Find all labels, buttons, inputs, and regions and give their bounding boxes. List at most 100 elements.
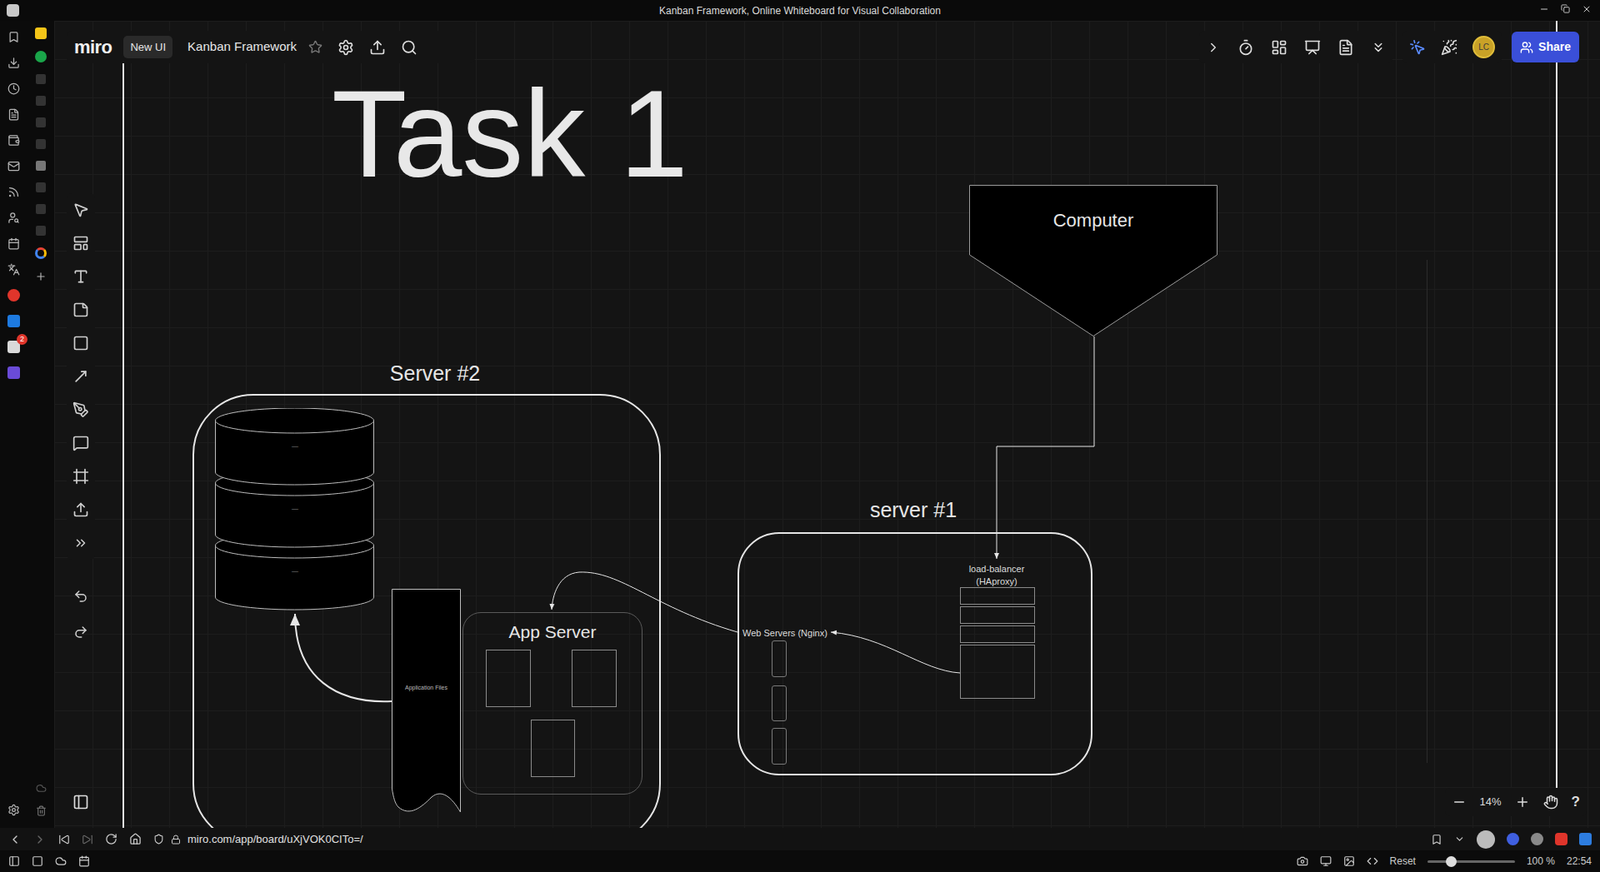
export-icon[interactable] [369, 39, 386, 56]
fast-forward-icon[interactable] [81, 834, 94, 846]
cursor-icon[interactable] [1409, 39, 1426, 56]
app-instance-box[interactable] [485, 650, 531, 708]
server1-box[interactable] [737, 532, 1093, 776]
close-icon[interactable] [1581, 4, 1592, 15]
translate-icon[interactable] [7, 263, 20, 276]
connector-line[interactable] [830, 632, 960, 674]
dropdown-icon[interactable] [1454, 834, 1465, 845]
zoom-reset[interactable]: Reset [1390, 854, 1416, 870]
extension-icon[interactable] [1506, 833, 1520, 846]
extension-icon[interactable] [1555, 833, 1568, 846]
chat-panel-icon[interactable]: 2 [7, 340, 20, 354]
search-icon[interactable] [400, 39, 418, 56]
page-zoom-slider[interactable] [1427, 860, 1515, 864]
timer-icon[interactable] [1237, 39, 1255, 56]
faded-panel-icon[interactable] [35, 225, 46, 236]
settings-icon[interactable] [7, 804, 20, 817]
server1-label[interactable]: server #1 [830, 495, 997, 527]
faded-panel-icon[interactable] [35, 74, 46, 85]
app-instance-box[interactable] [571, 650, 617, 708]
trash-icon[interactable] [35, 805, 47, 817]
faded-panel-icon[interactable] [35, 117, 46, 128]
pen-tool[interactable] [66, 393, 95, 427]
bookmark-icon[interactable] [1430, 834, 1443, 846]
help-button[interactable]: ? [1571, 791, 1580, 814]
history-icon[interactable] [7, 82, 20, 95]
templates-tool[interactable] [66, 226, 95, 260]
devtools-icon[interactable] [1366, 855, 1379, 868]
m-panel-icon[interactable] [35, 160, 46, 171]
capture-icon[interactable] [1296, 855, 1309, 868]
undo-button[interactable] [66, 580, 95, 614]
select-tool[interactable] [66, 193, 95, 227]
frame-title[interactable]: Task 1 [331, 72, 689, 196]
sync-icon[interactable] [55, 855, 67, 868]
computer-node[interactable]: Computer [969, 185, 1218, 337]
server2-label[interactable]: Server #2 [351, 358, 519, 390]
sync-icon[interactable] [35, 783, 47, 795]
wallet-icon[interactable] [7, 134, 20, 147]
more-icon[interactable] [1370, 40, 1386, 55]
hand-icon[interactable] [1543, 795, 1559, 810]
forward-icon[interactable] [33, 833, 47, 847]
shield-icon[interactable] [153, 834, 165, 845]
download-icon[interactable] [7, 56, 20, 70]
rewind-icon[interactable] [58, 834, 70, 846]
app-server-box[interactable]: App Server [462, 612, 643, 795]
voting-icon[interactable] [1270, 39, 1288, 56]
feeds-icon[interactable] [7, 185, 20, 199]
faded-panel-icon[interactable] [35, 204, 46, 215]
load-balancer-stack[interactable] [960, 587, 1035, 700]
bookmark-icon[interactable] [7, 30, 20, 44]
images-icon[interactable] [1343, 855, 1355, 868]
reactions-icon[interactable] [1440, 39, 1458, 56]
url-field[interactable]: miro.com/app/board/uXjVOK0CITo=/ [153, 831, 1420, 849]
reload-icon[interactable] [105, 833, 118, 846]
faded-panel-icon[interactable] [35, 139, 46, 150]
web-server-box[interactable] [771, 728, 787, 765]
redo-button[interactable] [66, 615, 95, 650]
restore-icon[interactable] [1560, 4, 1570, 14]
panel-toggle[interactable] [66, 791, 95, 814]
purple-panel-icon[interactable] [7, 366, 20, 380]
expand-icon[interactable] [1205, 40, 1221, 55]
text-tool[interactable] [66, 260, 95, 294]
zoom-out-icon[interactable] [1451, 795, 1467, 810]
green-panel-icon[interactable] [35, 50, 47, 63]
mail-icon[interactable] [7, 160, 20, 173]
faded-panel-icon[interactable] [35, 182, 46, 193]
comment-tool[interactable] [66, 426, 95, 460]
trello-panel-icon[interactable] [7, 315, 20, 328]
presentation-icon[interactable] [1304, 39, 1321, 56]
vivaldi-panel-icon[interactable] [7, 289, 20, 302]
new-ui-badge[interactable]: New UI [123, 35, 173, 60]
slider-thumb[interactable] [1445, 856, 1457, 868]
google-panel-icon[interactable] [35, 247, 47, 260]
extension-icon[interactable] [1530, 833, 1544, 846]
settings-icon[interactable] [337, 39, 355, 56]
vivaldi-logo-icon[interactable] [6, 4, 20, 17]
shape-tool[interactable] [66, 326, 95, 360]
connector-line[interactable] [996, 336, 1095, 560]
minimize-icon[interactable] [1539, 4, 1550, 15]
notes-icon[interactable] [7, 108, 20, 121]
tab-tiling-icon[interactable] [31, 855, 44, 868]
notes-icon[interactable] [1337, 39, 1355, 56]
faded-panel-icon[interactable] [35, 95, 46, 106]
frame-tool[interactable] [66, 460, 95, 494]
connector-line[interactable] [295, 614, 392, 702]
profile-icon[interactable] [1476, 830, 1495, 850]
connector-line[interactable] [551, 572, 738, 633]
web-server-box[interactable] [771, 685, 787, 722]
star-icon[interactable] [308, 40, 323, 55]
miro-panel-icon[interactable] [35, 27, 47, 40]
app-instance-box[interactable] [530, 720, 575, 778]
board-canvas[interactable]: Task 1ComputerServer #2———Application Fi… [54, 20, 1600, 829]
share-button[interactable]: Share [1511, 31, 1580, 63]
web-server-box[interactable] [771, 640, 787, 678]
miro-logo[interactable]: miro [74, 33, 112, 61]
more-tools[interactable] [66, 526, 95, 560]
board-name[interactable]: Kanban Framework [187, 37, 297, 57]
zoom-level[interactable]: 14% [1480, 794, 1502, 811]
panel-toggle-icon[interactable] [8, 855, 20, 868]
